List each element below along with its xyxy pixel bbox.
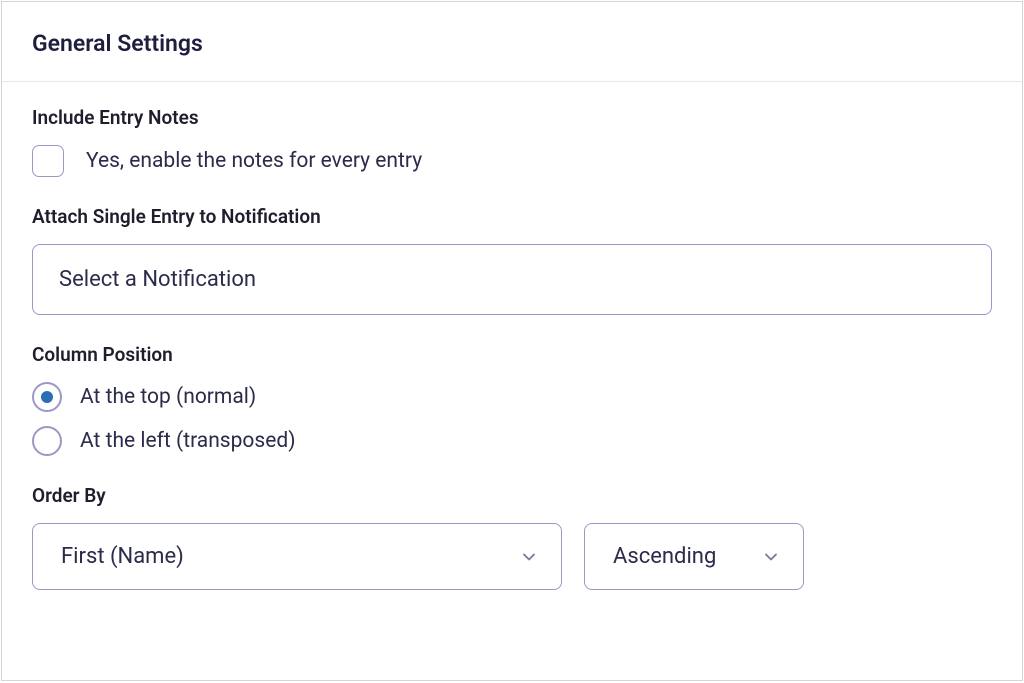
column-position-radio-group: At the top (normal) At the left (transpo… bbox=[32, 382, 992, 456]
include-entry-notes-checkbox-label: Yes, enable the notes for every entry bbox=[86, 149, 422, 173]
column-position-label: Column Position bbox=[32, 343, 992, 366]
order-by-field-value: First (Name) bbox=[61, 544, 184, 569]
order-by-direction-value: Ascending bbox=[613, 544, 716, 569]
panel-body: Include Entry Notes Yes, enable the note… bbox=[2, 82, 1022, 620]
column-position-radio-left-label: At the left (transposed) bbox=[80, 429, 296, 453]
order-by-row: First (Name) Ascending bbox=[32, 523, 992, 590]
column-position-radio-top-label: At the top (normal) bbox=[80, 385, 256, 409]
include-entry-notes-group: Include Entry Notes Yes, enable the note… bbox=[32, 106, 992, 177]
include-entry-notes-checkbox[interactable] bbox=[32, 145, 64, 177]
panel-header: General Settings bbox=[2, 2, 1022, 82]
column-position-option-top[interactable]: At the top (normal) bbox=[32, 382, 992, 412]
order-by-direction-select[interactable]: Ascending bbox=[584, 523, 804, 590]
include-entry-notes-row[interactable]: Yes, enable the notes for every entry bbox=[32, 145, 992, 177]
column-position-radio-left[interactable] bbox=[32, 426, 62, 456]
order-by-field-select[interactable]: First (Name) bbox=[32, 523, 562, 590]
order-by-label: Order By bbox=[32, 484, 992, 507]
attach-notification-selected: Select a Notification bbox=[59, 267, 256, 292]
attach-notification-label: Attach Single Entry to Notification bbox=[32, 205, 992, 228]
chevron-down-icon bbox=[519, 547, 539, 567]
attach-notification-group: Attach Single Entry to Notification Sele… bbox=[32, 205, 992, 315]
settings-panel: General Settings Include Entry Notes Yes… bbox=[1, 1, 1023, 681]
column-position-option-left[interactable]: At the left (transposed) bbox=[32, 426, 992, 456]
chevron-down-icon bbox=[761, 547, 781, 567]
column-position-group: Column Position At the top (normal) At t… bbox=[32, 343, 992, 456]
include-entry-notes-label: Include Entry Notes bbox=[32, 106, 992, 129]
panel-title: General Settings bbox=[32, 30, 992, 57]
attach-notification-select[interactable]: Select a Notification bbox=[32, 244, 992, 315]
order-by-group: Order By First (Name) Ascending bbox=[32, 484, 992, 590]
column-position-radio-top[interactable] bbox=[32, 382, 62, 412]
